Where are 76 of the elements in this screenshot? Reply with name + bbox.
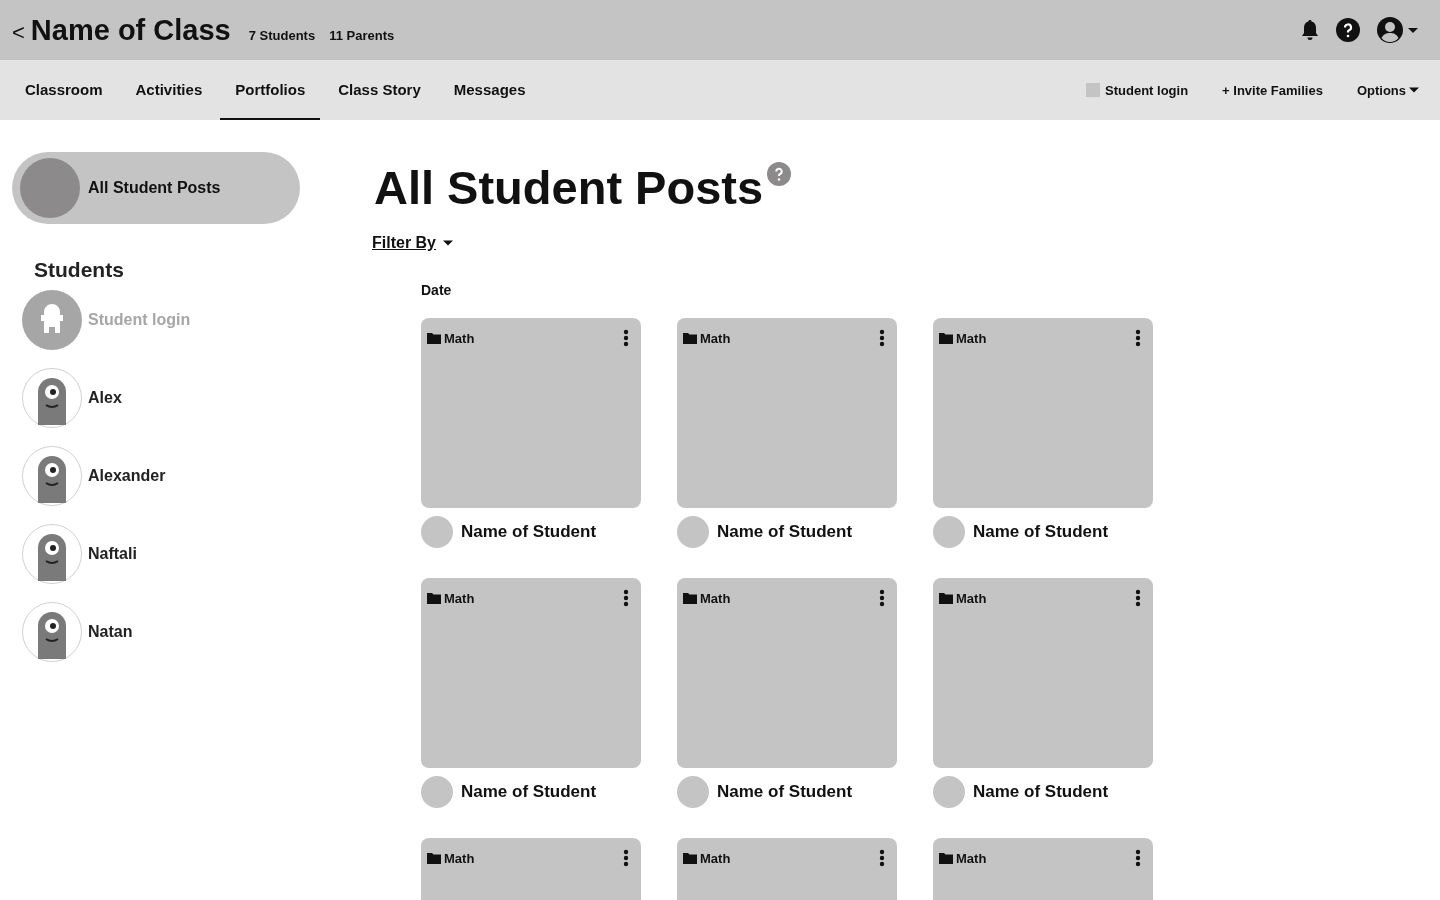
caret-icon [1408,86,1420,94]
invite-families-link[interactable]: + Invite Families [1222,82,1323,98]
avatar-circle [421,776,453,808]
caret-icon [442,239,454,247]
more-icon[interactable] [1135,849,1141,867]
folder-label: Math [444,590,475,606]
avatar-circle [933,516,965,548]
post-card[interactable]: Math [933,838,1153,900]
post-card[interactable]: Math [421,318,641,508]
folder-label: Math [444,330,475,346]
nav-tab[interactable]: Activities [120,60,218,120]
folder-label: Math [956,330,987,346]
filter-dropdown[interactable]: Filter By [372,234,454,252]
nav-tab[interactable]: Class Story [323,60,436,120]
post-card[interactable]: Math [933,578,1153,768]
folder-icon [683,592,697,604]
student-name[interactable]: Name of Student [973,782,1109,802]
avatar-circle [677,516,709,548]
post-card[interactable]: Math [421,578,641,768]
page-title: All Student Posts [374,160,764,216]
avatar-circle [421,516,453,548]
help-icon[interactable] [1336,18,1360,42]
more-icon[interactable] [1135,329,1141,347]
student-login-label[interactable]: Student login [1105,82,1189,98]
more-icon[interactable] [879,849,885,867]
students-count[interactable]: 7 Students [248,27,316,43]
more-icon[interactable] [879,589,885,607]
student-name[interactable]: Name of Student [717,522,853,542]
options-menu[interactable]: Options [1356,82,1420,98]
post-card[interactable]: Math [677,318,897,508]
folder-label: Math [956,590,987,606]
student-name[interactable]: Naftali [88,545,137,563]
post-card[interactable]: Math [677,838,897,900]
folder-label: Math [956,850,987,866]
post-card[interactable]: Math [421,838,641,900]
avatar-circle [20,158,80,218]
nav-tab[interactable]: Messages [438,60,541,120]
post-card[interactable]: Math [677,578,897,768]
folder-icon [939,852,953,864]
student-name[interactable]: Name of Student [461,782,597,802]
account-icon[interactable] [1376,16,1420,44]
student-name[interactable]: Alexander [88,467,166,485]
avatar-circle [933,776,965,808]
student-login-checkbox[interactable] [1086,83,1101,97]
folder-icon [939,592,953,604]
post-card[interactable]: Math [933,318,1153,508]
folder-icon [427,852,441,864]
student-name[interactable]: Natan [88,623,133,641]
folder-label: Math [700,850,731,866]
folder-icon [683,332,697,344]
folder-icon [683,852,697,864]
date-label: Date [421,282,453,298]
more-icon[interactable] [623,849,629,867]
nav-tab[interactable]: Classroom [10,60,118,120]
nav-tab[interactable]: Portfolios [220,60,321,120]
avatar-circle [677,776,709,808]
students-heading: Students [34,258,125,282]
student-name[interactable]: Name of Student [461,522,597,542]
all-posts-item[interactable]: All Student Posts [12,152,300,224]
student-name[interactable]: Name of Student [717,782,853,802]
more-icon[interactable] [879,329,885,347]
parents-count[interactable]: 11 Parents [329,27,395,43]
folder-icon [427,592,441,604]
folder-label: Math [700,590,731,606]
bell-icon[interactable] [1300,19,1320,41]
folder-icon [939,332,953,344]
back-link[interactable]: < [12,19,25,46]
folder-label: Math [700,330,731,346]
student-name[interactable]: Name of Student [973,522,1109,542]
more-icon[interactable] [1135,589,1141,607]
folder-icon [427,332,441,344]
more-icon[interactable] [623,589,629,607]
folder-label: Math [444,850,475,866]
student-name[interactable]: Alex [88,389,122,407]
more-icon[interactable] [623,329,629,347]
class-name: Name of Class [30,13,231,47]
